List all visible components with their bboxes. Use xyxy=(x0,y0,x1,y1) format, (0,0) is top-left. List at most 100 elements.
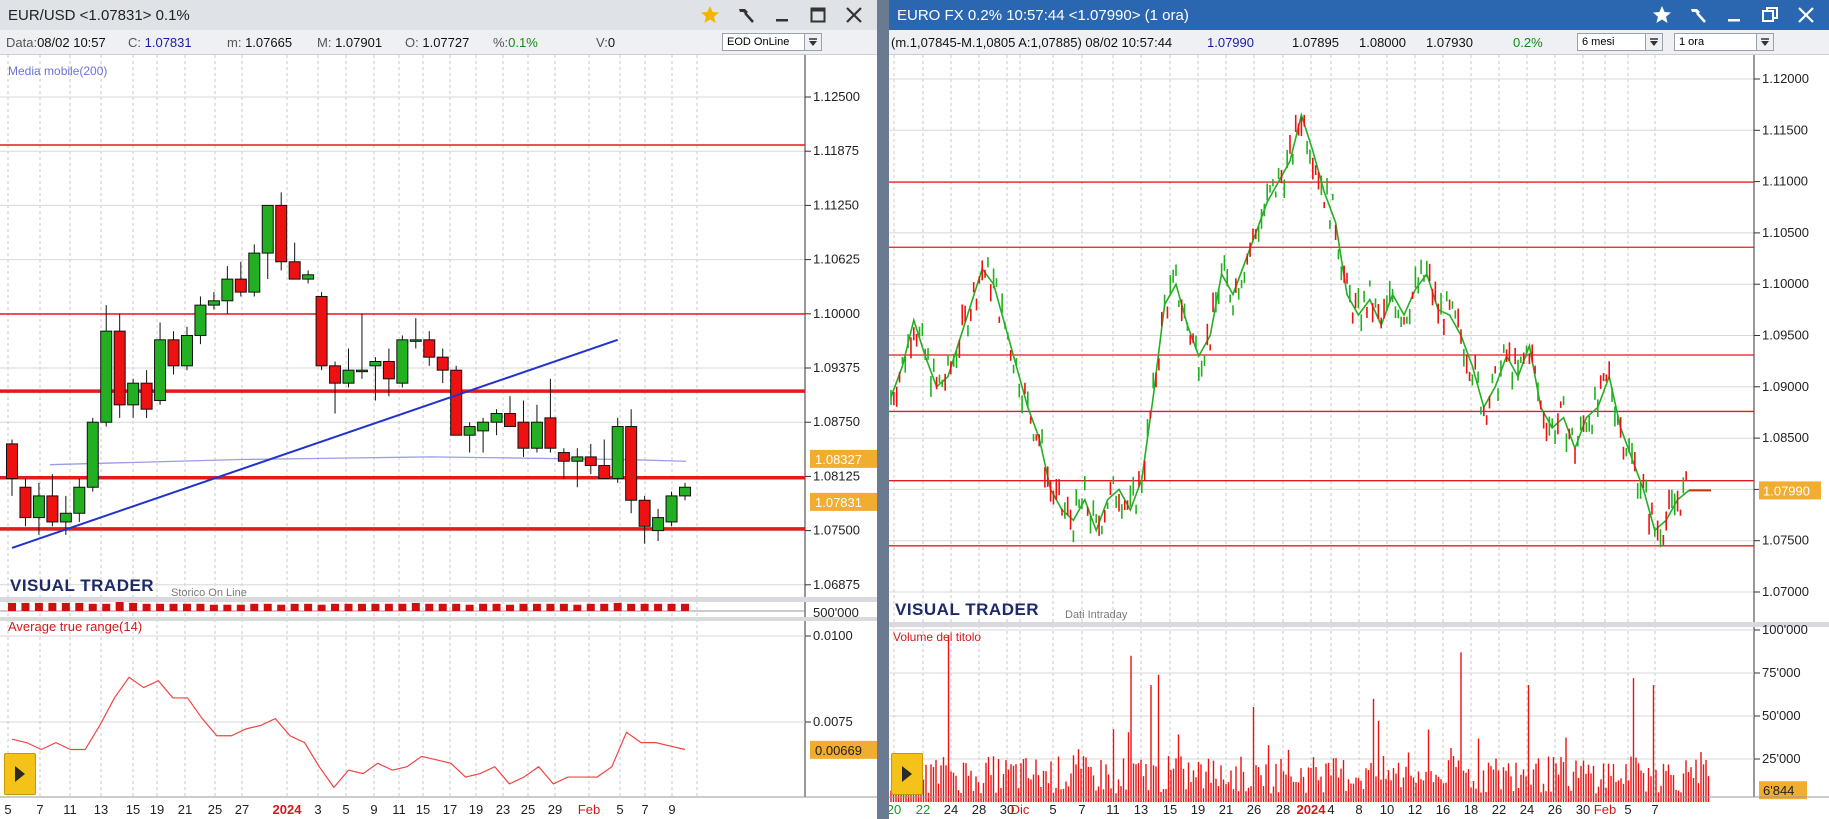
volume-bar xyxy=(627,603,636,611)
time-axis-label: 28 xyxy=(972,802,986,817)
time-axis-label: 15 xyxy=(1163,802,1177,817)
right-scroll-button[interactable] xyxy=(891,753,923,795)
time-axis-label: 26 xyxy=(1548,802,1562,817)
right-titlebar[interactable]: EURO FX 0.2% 10:57:44 <1.07990> (1 ora) xyxy=(889,0,1829,30)
time-axis-label: 17 xyxy=(443,802,457,817)
volume-bar xyxy=(250,603,259,611)
volume-bar xyxy=(492,603,501,611)
time-axis-label: 30 xyxy=(1576,802,1590,817)
price-tick-label: 1.06875 xyxy=(813,577,860,592)
candle-body xyxy=(409,339,422,342)
pct-readout: 0.2% xyxy=(1513,35,1543,50)
candle-body xyxy=(652,517,665,532)
volume-bar xyxy=(532,603,541,611)
volume-bar xyxy=(600,603,609,611)
indicator-label: Media mobile(200) xyxy=(8,64,107,78)
candle-body xyxy=(490,413,503,423)
minimize-icon[interactable] xyxy=(1717,0,1751,30)
time-axis-label: Feb xyxy=(578,802,600,817)
favorite-star-icon[interactable] xyxy=(693,0,727,30)
left-chart-area[interactable]: 1.12500 1.11875 1.11250 1.10625 1.10000 1.093… xyxy=(0,55,877,819)
source-select-value: EOD OnLine xyxy=(727,36,790,48)
candle-body xyxy=(665,495,678,523)
favorite-star-icon[interactable] xyxy=(1645,0,1679,30)
atr-line xyxy=(11,676,686,789)
maximize-icon[interactable] xyxy=(801,0,835,30)
volume-bar xyxy=(425,603,434,611)
candle-body xyxy=(32,495,45,519)
candle-body xyxy=(530,421,543,449)
time-axis-label: 15 xyxy=(126,802,140,817)
volume-label: Volume del titolo xyxy=(893,630,981,644)
time-axis-label: 18 xyxy=(1464,802,1478,817)
time-axis-label: 9 xyxy=(668,802,675,817)
candle-body xyxy=(154,339,167,402)
close-icon[interactable] xyxy=(837,0,871,30)
left-titlebar[interactable]: EUR/USD <1.07831> 0.1% xyxy=(0,0,877,30)
candle-body xyxy=(342,369,355,384)
volume-bar xyxy=(331,603,340,611)
volume-tick-label: 50'000 xyxy=(1762,708,1801,723)
left-scroll-button[interactable] xyxy=(4,753,36,795)
candle-body xyxy=(638,499,651,527)
volume-bar xyxy=(667,603,676,611)
candle-body xyxy=(167,339,180,367)
dropdown-arrow-icon[interactable] xyxy=(804,34,821,50)
candle-body xyxy=(611,426,624,480)
atr-tick-label: 0.0075 xyxy=(813,714,853,729)
time-axis-label: 5 xyxy=(4,802,11,817)
time-axis-label: 7 xyxy=(641,802,648,817)
time-axis-label: 19 xyxy=(1191,802,1205,817)
volume-bar xyxy=(506,604,515,611)
time-axis-label: 11 xyxy=(392,802,406,817)
candle-body xyxy=(180,334,193,367)
volume-bar xyxy=(129,602,138,611)
left-window-title: EUR/USD <1.07831> 0.1% xyxy=(8,6,190,24)
candle-body xyxy=(584,456,597,467)
close-icon[interactable] xyxy=(1789,0,1823,30)
candle-body xyxy=(557,452,570,462)
right-chart-area[interactable]: 1.12000 1.11500 1.11000 1.10500 1.10000 1.095… xyxy=(889,55,1829,819)
volume-bar xyxy=(640,603,649,611)
dropdown-arrow-icon[interactable] xyxy=(1756,34,1773,50)
volume-bar xyxy=(384,603,393,611)
volume-bar xyxy=(196,603,205,611)
price-tick-label: 1.09500 xyxy=(1762,328,1809,343)
price-tick-label: 1.11250 xyxy=(813,197,859,212)
volume-bar xyxy=(344,603,353,611)
source-select[interactable]: EOD OnLine xyxy=(722,33,822,51)
candle-body xyxy=(234,278,247,293)
time-axis-label: 2024 xyxy=(1297,802,1327,817)
volume-bar xyxy=(156,603,165,611)
right-chart-window: EURO FX 0.2% 10:57:44 <1.07990> (1 ora) … xyxy=(889,0,1829,819)
min-readout: m: 1.07665 xyxy=(227,35,293,50)
candle-body xyxy=(423,339,436,358)
period-select[interactable]: 6 mesi xyxy=(1577,33,1663,51)
minimize-icon[interactable] xyxy=(765,0,799,30)
volume-bar xyxy=(115,602,124,611)
value1-readout: 1.07895 xyxy=(1292,35,1339,50)
restore-icon[interactable] xyxy=(1753,0,1787,30)
price-tick-label: 1.07500 xyxy=(813,523,860,538)
pct-readout: %:0.1% xyxy=(493,35,538,50)
volume-bar xyxy=(236,604,245,611)
time-axis-label: 5 xyxy=(1049,802,1056,817)
brand-logo: VISUAL TRADER xyxy=(10,576,154,595)
window-divider[interactable] xyxy=(877,0,889,819)
volume-bar xyxy=(317,604,326,611)
volume-bar xyxy=(398,603,407,611)
time-axis-label: 25 xyxy=(208,802,222,817)
time-axis-label: 28 xyxy=(1276,802,1290,817)
interval-select[interactable]: 1 ora xyxy=(1674,33,1774,51)
candle-body xyxy=(396,339,409,384)
atr-tick-label: 0.0100 xyxy=(813,628,853,643)
tools-hammer-icon[interactable] xyxy=(729,0,763,30)
period-select-value: 6 mesi xyxy=(1582,36,1615,48)
price-tick-label: 1.08750 xyxy=(813,414,860,429)
candle-body xyxy=(544,417,557,449)
dropdown-arrow-icon[interactable] xyxy=(1645,34,1662,50)
price-tick-label: 1.12000 xyxy=(1762,71,1809,86)
tools-hammer-icon[interactable] xyxy=(1681,0,1715,30)
candle-body xyxy=(248,252,261,293)
volume-bar xyxy=(102,603,111,611)
